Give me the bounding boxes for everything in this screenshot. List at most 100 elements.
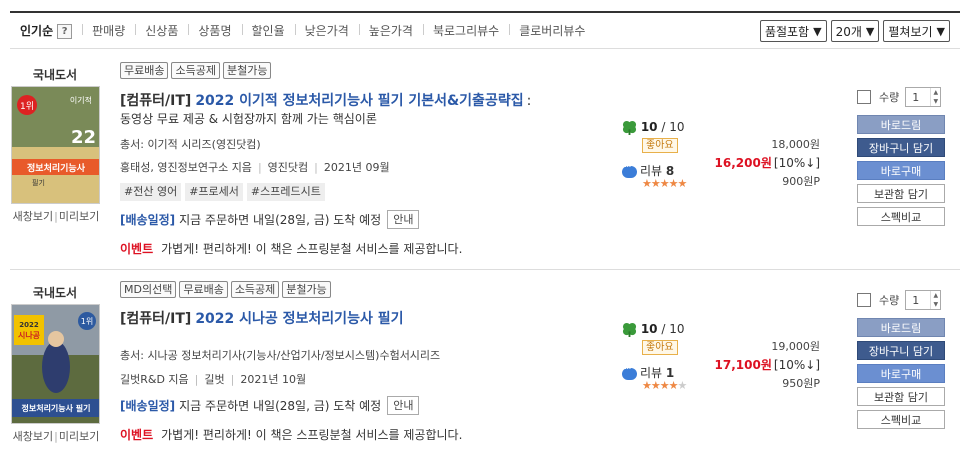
tag: 무료배송 <box>179 281 228 298</box>
book-cover[interactable]: 2022 시나공 1위 정보처리기능사 필기 <box>11 304 100 424</box>
delivery-info: [배송일정] 지금 주문하면 내일(28일, 금) 도착 예정 안내 <box>120 210 420 229</box>
product-series[interactable]: 총서: 시나공 정보처리기사(기능사/산업기사/정보시스템)수험서시리즈 <box>120 347 440 363</box>
add-to-wishlist-button[interactable]: 보관함 담기 <box>857 387 945 406</box>
svg-text:2022: 2022 <box>19 321 39 329</box>
list-price: 18,000원 <box>771 138 820 151</box>
select-checkbox[interactable] <box>857 293 871 307</box>
tag: MD의선택 <box>120 281 177 298</box>
delivery-label: [배송일정] <box>120 213 176 227</box>
sort-high-price[interactable]: 높은가격 <box>358 22 423 39</box>
product-publisher[interactable]: 영진닷컴 <box>268 161 308 174</box>
preview-link[interactable]: 미리보기 <box>59 430 99 443</box>
list-price: 19,000원 <box>771 340 820 353</box>
delivery-info-button[interactable]: 안내 <box>387 396 420 415</box>
quantity-stepper[interactable]: 1 ▲ ▼ <box>905 87 942 107</box>
product-title[interactable]: 2022 이기적 정보처리기능사 필기 기본서&기출공략집 <box>195 93 523 109</box>
select-checkbox[interactable] <box>857 90 871 104</box>
event-label: 이벤트 <box>120 428 154 442</box>
discount-rate: [10%↓] <box>773 156 820 170</box>
delivery-info-button[interactable]: 안내 <box>387 210 420 229</box>
sort-clover-reviews[interactable]: 클로버리뷰수 <box>509 22 595 39</box>
tag: 분철가능 <box>282 281 331 298</box>
buy-now-button[interactable]: 바로구매 <box>857 161 945 180</box>
svg-text:정보처리기능사 필기: 정보처리기능사 필기 <box>21 403 90 413</box>
spec-compare-button[interactable]: 스펙비교 <box>857 207 945 226</box>
keyword-tag[interactable]: #프로세서 <box>185 183 243 201</box>
reward-points: 950원P <box>782 377 820 390</box>
product-category: 국내도서 <box>32 286 78 300</box>
product-genre: [컴퓨터/IT] <box>120 311 192 327</box>
sort-name[interactable]: 상품명 <box>188 22 241 39</box>
review-bubble-icon <box>622 162 637 178</box>
cover-links: 새창보기|미리보기 <box>12 430 100 443</box>
product-item: 국내도서 1위 이기적 22 정보처리기능사 필기 새창보기|미리보기 무료배송… <box>10 50 960 268</box>
product-item: 국내도서 2022 시나공 1위 정보처리기능사 필기 새창보기|미리보기 MD… <box>10 270 960 460</box>
keyword-tag[interactable]: #전산 영어 <box>120 183 182 201</box>
product-pubinfo: 홍태성, 영진정보연구소 지음 | 영진닷컴 | 2021년 09월 <box>120 161 390 174</box>
star-icon: ★★★★★ <box>642 177 687 190</box>
star-rating: ★★★★★ <box>642 379 687 392</box>
add-to-wishlist-button[interactable]: 보관함 담기 <box>857 184 945 203</box>
page-size-select[interactable]: 20개 ▼ <box>830 20 880 42</box>
rating-block: 10 / 10 좋아요 리뷰 8 ★★★★★ <box>622 120 712 190</box>
keyword-tag[interactable]: #스프레드시트 <box>246 183 325 201</box>
qty-label: 수량 <box>879 91 900 104</box>
spin-arrows-icon: ▲ ▼ <box>930 291 940 309</box>
product-series[interactable]: 총서: 이기적 시리즈(영진닷컴) <box>120 136 261 152</box>
add-to-cart-button[interactable]: 장바구니 담기 <box>857 341 945 360</box>
spin-arrows-icon: ▲ ▼ <box>930 88 940 106</box>
review-count: 8 <box>665 164 675 178</box>
tag: 소득공제 <box>171 62 220 79</box>
sort-popular[interactable]: 인기순? <box>10 22 82 39</box>
product-date: 2021년 09월 <box>323 161 390 174</box>
product-author[interactable]: 홍태성, 영진정보연구소 지음 <box>120 161 252 174</box>
sort-sales[interactable]: 판매량 <box>82 22 135 39</box>
sort-low-price[interactable]: 낮은가격 <box>294 22 359 39</box>
chevron-down-icon: ▼ <box>865 24 875 38</box>
add-to-cart-button[interactable]: 장바구니 담기 <box>857 138 945 157</box>
sort-new[interactable]: 신상품 <box>135 22 188 39</box>
rating-max: / 10 <box>661 120 685 134</box>
preview-link[interactable]: 미리보기 <box>59 210 99 223</box>
review-count: 1 <box>665 366 675 380</box>
cover-links: 새창보기|미리보기 <box>12 210 100 223</box>
product-title[interactable]: 2022 시나공 정보처리기능사 필기 <box>195 311 403 327</box>
clover-icon <box>622 120 637 135</box>
pickup-button[interactable]: 바로드림 <box>857 318 945 337</box>
rating-max: / 10 <box>661 322 685 336</box>
product-title-line: [컴퓨터/IT] 2022 이기적 정보처리기능사 필기 기본서&기출공략집: <box>120 93 532 109</box>
product-author[interactable]: 길벗R&D 지음 <box>120 373 189 386</box>
product-tags: MD의선택 무료배송 소득공제 분철가능 <box>120 281 331 298</box>
product-genre: [컴퓨터/IT] <box>120 93 192 109</box>
tag: 분철가능 <box>222 62 272 79</box>
soldout-select[interactable]: 품절포함 ▼ <box>759 20 827 42</box>
review-bubble-icon <box>622 364 637 380</box>
quantity-stepper[interactable]: 1 ▲ ▼ <box>905 290 942 310</box>
svg-text:정보처리기능사: 정보처리기능사 <box>27 162 86 174</box>
rating-block: 10 / 10 좋아요 리뷰 1 ★★★★★ <box>622 322 712 392</box>
sale-price: 17,100원 <box>714 358 772 372</box>
product-date: 2021년 10월 <box>240 373 307 386</box>
event-info: 이벤트 가볍게! 편리하게! 이 책은 스프링분철 서비스를 제공합니다. <box>120 240 462 257</box>
view-mode-select[interactable]: 펼쳐보기 ▼ <box>883 20 950 42</box>
help-icon[interactable]: ? <box>57 24 73 39</box>
chevron-down-icon: ▼ <box>936 24 945 38</box>
pickup-button[interactable]: 바로드림 <box>857 115 945 134</box>
event-text: 가볍게! 편리하게! 이 책은 스프링분철 서비스를 제공합니다. <box>161 242 463 256</box>
product-tags: 무료배송 소득공제 분철가능 <box>120 62 272 79</box>
sort-discount[interactable]: 할인율 <box>241 22 295 39</box>
spec-compare-button[interactable]: 스펙비교 <box>857 410 945 429</box>
rating-score: 10 <box>640 322 658 336</box>
qty-label: 수량 <box>879 294 900 307</box>
new-window-link[interactable]: 새창보기 <box>13 210 53 223</box>
product-publisher[interactable]: 길벗 <box>204 373 224 386</box>
star-empty-icon: ★ <box>677 379 687 392</box>
svg-text:1위: 1위 <box>81 317 93 326</box>
svg-text:시나공: 시나공 <box>18 330 41 340</box>
buy-now-button[interactable]: 바로구매 <box>857 364 945 383</box>
sort-booklog-reviews[interactable]: 북로그리뷰수 <box>422 22 509 39</box>
book-cover[interactable]: 1위 이기적 22 정보처리기능사 필기 <box>11 86 100 204</box>
new-window-link[interactable]: 새창보기 <box>13 430 53 443</box>
chevron-down-icon: ▼ <box>813 24 822 38</box>
price-block: 18,000원 16,200원 [10%↓] 900원P <box>715 136 820 189</box>
